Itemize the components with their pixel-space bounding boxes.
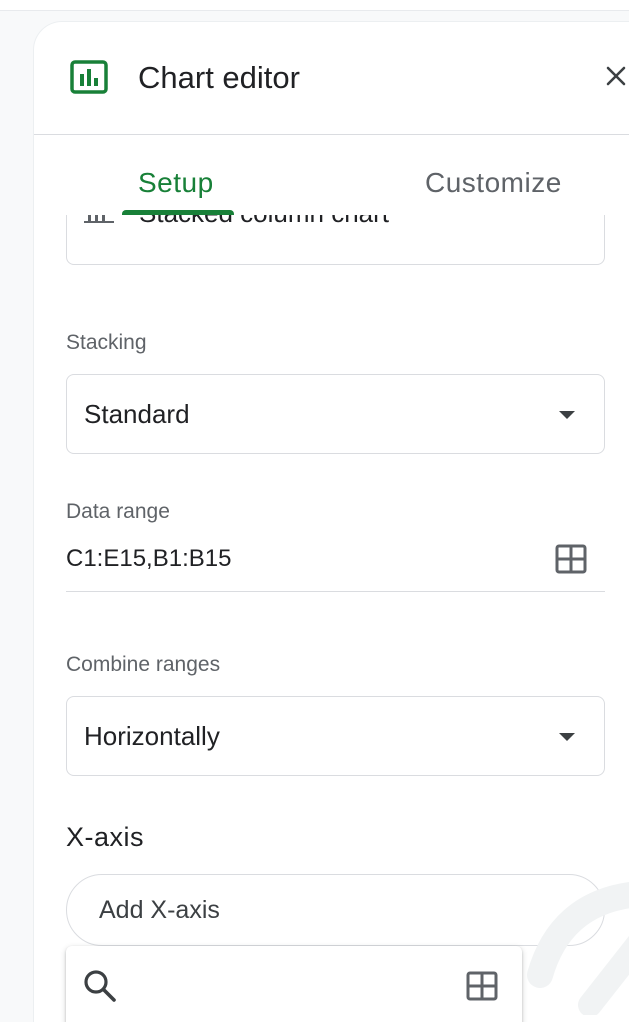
chevron-down-icon [559, 411, 575, 419]
add-x-axis-label: Add X-axis [99, 896, 220, 924]
stacked-column-icon [84, 215, 114, 223]
chart-type-value: Stacked column chart [139, 215, 389, 230]
x-axis-title: X-axis [66, 822, 145, 852]
search-icon[interactable] [82, 968, 118, 1004]
data-range-value[interactable]: C1:E15,B1:B15 [66, 543, 231, 575]
top-rule [0, 0, 629, 11]
combine-ranges-value: Horizontally [84, 721, 220, 751]
tab-customize[interactable]: Customize [425, 165, 562, 201]
grid-icon[interactable] [555, 543, 587, 575]
grid-icon[interactable] [466, 970, 498, 1002]
editor-tabs: Setup Customize [34, 135, 629, 215]
combine-ranges-label: Combine ranges [66, 653, 221, 676]
panel-title: Chart editor [138, 60, 300, 95]
chevron-down-icon [559, 733, 575, 741]
combine-ranges-select[interactable]: Horizontally [66, 696, 605, 776]
chart-type-select[interactable]: Stacked column chart [66, 215, 605, 265]
stacking-value: Standard [84, 399, 190, 429]
stacking-label: Stacking [66, 331, 147, 354]
stacking-select[interactable]: Standard [66, 374, 605, 454]
x-axis-dropdown [66, 946, 522, 1022]
tab-setup[interactable]: Setup [138, 165, 214, 201]
add-x-axis-button[interactable]: Add X-axis [66, 874, 605, 946]
chart-editor-panel: Chart editor Setup Customize Stacked col… [34, 22, 629, 1022]
data-range-field[interactable]: C1:E15,B1:B15 [66, 535, 605, 592]
chart-icon [70, 60, 108, 94]
data-range-label: Data range [66, 500, 170, 523]
panel-header: Chart editor [34, 22, 629, 135]
close-icon[interactable] [602, 62, 629, 90]
setup-scroll-area[interactable]: Stacked column chart Stacking Standard D… [34, 215, 629, 1022]
